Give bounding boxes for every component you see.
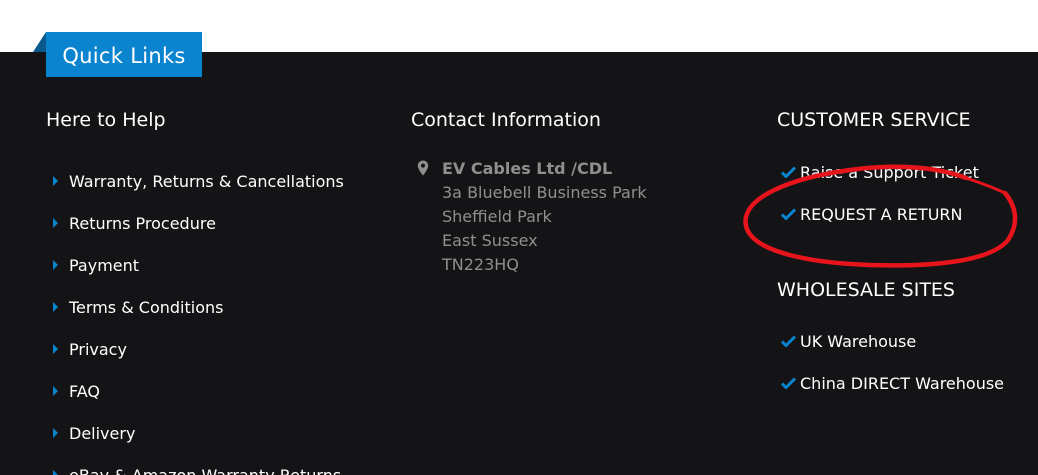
help-link-privacy[interactable]: Privacy <box>52 328 344 370</box>
customer-service-list: Raise a Support Ticket REQUEST A RETURN <box>781 151 979 235</box>
help-link-label: Delivery <box>69 423 136 443</box>
caret-right-icon <box>53 470 58 475</box>
check-icon <box>781 377 796 389</box>
help-link-label: Payment <box>69 255 140 275</box>
tab-fold-decoration <box>33 32 46 52</box>
help-link-ebay-amazon[interactable]: eBay & Amazon Warranty Returns <box>52 454 344 475</box>
raise-support-ticket-link[interactable]: Raise a Support Ticket <box>781 151 979 193</box>
customer-service-heading: CUSTOMER SERVICE <box>777 109 971 131</box>
caret-right-icon <box>53 386 58 396</box>
here-to-help-list: Warranty, Returns & Cancellations Return… <box>52 160 344 475</box>
help-link-label: Privacy <box>69 339 127 359</box>
check-icon <box>781 208 796 220</box>
help-link-label: Warranty, Returns & Cancellations <box>69 171 344 191</box>
raise-support-ticket-label: Raise a Support Ticket <box>800 162 979 182</box>
china-direct-warehouse-link[interactable]: China DIRECT Warehouse <box>781 362 1004 404</box>
caret-right-icon <box>53 428 58 438</box>
caret-right-icon <box>53 260 58 270</box>
request-a-return-link[interactable]: REQUEST A RETURN <box>781 193 979 235</box>
quick-links-tab[interactable]: Quick Links <box>46 32 202 77</box>
address-line: 3a Bluebell Business Park <box>442 183 647 202</box>
here-to-help-heading: Here to Help <box>46 109 166 131</box>
address-line: Sheffield Park <box>442 207 552 226</box>
help-link-label: Terms & Conditions <box>69 297 224 317</box>
caret-right-icon <box>53 344 58 354</box>
map-pin-icon <box>417 160 429 176</box>
uk-warehouse-label: UK Warehouse <box>800 331 917 351</box>
help-link-label: Returns Procedure <box>69 213 216 233</box>
contact-heading: Contact Information <box>411 109 601 131</box>
help-link-payment[interactable]: Payment <box>52 244 344 286</box>
uk-warehouse-link[interactable]: UK Warehouse <box>781 320 1004 362</box>
caret-right-icon <box>53 176 58 186</box>
wholesale-sites-list: UK Warehouse China DIRECT Warehouse <box>781 320 1004 404</box>
help-link-delivery[interactable]: Delivery <box>52 412 344 454</box>
caret-right-icon <box>53 218 58 228</box>
page: Quick Links Here to Help Warranty, Retur… <box>0 0 1038 475</box>
check-icon <box>781 166 796 178</box>
help-link-terms[interactable]: Terms & Conditions <box>52 286 344 328</box>
help-link-label: FAQ <box>69 381 100 401</box>
help-link-returns-procedure[interactable]: Returns Procedure <box>52 202 344 244</box>
request-a-return-label: REQUEST A RETURN <box>800 204 963 224</box>
address-line: East Sussex <box>442 231 538 250</box>
address-line: TN223HQ <box>442 255 519 274</box>
company-name: EV Cables Ltd /CDL <box>442 159 613 178</box>
help-link-label: eBay & Amazon Warranty Returns <box>69 465 342 475</box>
check-icon <box>781 335 796 347</box>
china-direct-warehouse-label: China DIRECT Warehouse <box>800 373 1005 393</box>
caret-right-icon <box>53 302 58 312</box>
wholesale-sites-heading: WHOLESALE SITES <box>777 279 955 301</box>
help-link-faq[interactable]: FAQ <box>52 370 344 412</box>
help-link-warranty[interactable]: Warranty, Returns & Cancellations <box>52 160 344 202</box>
